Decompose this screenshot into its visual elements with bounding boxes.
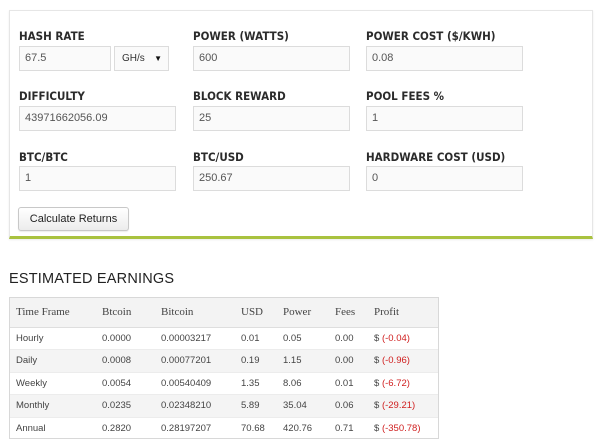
hash-rate-input[interactable]: 67.5 (19, 46, 111, 71)
cell-bitcoin: 0.00077201 (155, 349, 235, 372)
cell-power: 35.04 (277, 394, 329, 417)
btc-btc-label: BTC/BTC (19, 150, 68, 164)
hardware-cost-input[interactable]: 0 (366, 166, 523, 191)
earnings-table: Time Frame Btcoin Bitcoin USD Power Fees… (9, 297, 439, 440)
profit-currency: $ (374, 400, 380, 412)
cell-bitcoin: 0.28197207 (155, 416, 235, 440)
column-header-time-frame: Time Frame (10, 298, 96, 328)
cell-bitcoin: 0.00003217 (155, 326, 235, 350)
cell-power: 420.76 (277, 416, 329, 440)
btc-usd-label: BTC/USD (193, 150, 244, 164)
profit-currency: $ (374, 355, 380, 367)
cell-bitcoin: 0.02348210 (155, 394, 235, 417)
calculator-form-panel: HASH RATE 67.5 GH/s ▼ POWER (WATTS) 600 … (9, 10, 593, 239)
table-header-row: Time Frame Btcoin Bitcoin USD Power Fees… (10, 298, 438, 328)
cell-profit: $ (-0.96) (368, 349, 438, 372)
column-header-usd: USD (235, 298, 277, 328)
block-reward-input[interactable]: 25 (193, 106, 350, 131)
cell-btcoin: 0.2820 (96, 416, 155, 440)
profit-value: (-350.78) (381, 423, 421, 434)
cell-power: 8.06 (277, 371, 329, 395)
cell-btcoin: 0.0000 (96, 326, 155, 350)
cell-profit: $ (-350.78) (368, 416, 438, 440)
cell-power: 1.15 (277, 349, 329, 372)
profit-value: (-29.21) (381, 400, 416, 412)
cell-fees: 0.00 (329, 326, 368, 350)
table-row: Monthly 0.0235 0.02348210 5.89 35.04 0.0… (10, 394, 438, 417)
cell-usd: 5.89 (235, 394, 277, 417)
column-header-power: Power (277, 298, 329, 328)
hash-rate-unit-select[interactable]: GH/s ▼ (114, 46, 169, 71)
cell-bitcoin: 0.00540409 (155, 371, 235, 395)
calculate-returns-button[interactable]: Calculate Returns (18, 207, 129, 231)
pool-fees-label: POOL FEES % (366, 89, 445, 103)
cell-usd: 1.35 (235, 371, 277, 395)
table-row: Weekly 0.0054 0.00540409 1.35 8.06 0.01 … (10, 371, 438, 395)
cell-usd: 70.68 (235, 416, 277, 440)
cell-time-frame: Daily (10, 349, 96, 372)
cell-usd: 0.19 (235, 349, 277, 372)
power-label: POWER (WATTS) (193, 29, 289, 43)
cell-fees: 0.06 (329, 394, 368, 417)
profit-currency: $ (374, 332, 380, 344)
cell-btcoin: 0.0235 (96, 394, 155, 417)
cell-time-frame: Annual (10, 416, 96, 440)
cell-profit: $ (-6.72) (368, 371, 438, 395)
profit-currency: $ (374, 377, 380, 389)
table-row: Daily 0.0008 0.00077201 0.19 1.15 0.00 $… (10, 349, 438, 372)
difficulty-label: DIFFICULTY (19, 89, 85, 103)
cell-fees: 0.71 (329, 416, 368, 440)
cell-profit: $ (-0.04) (368, 326, 438, 350)
estimated-earnings-heading: ESTIMATED EARNINGS (9, 271, 175, 287)
profit-currency: $ (374, 423, 380, 434)
cell-power: 0.05 (277, 326, 329, 350)
difficulty-input[interactable]: 43971662056.09 (19, 106, 176, 131)
cell-time-frame: Weekly (10, 371, 96, 395)
profit-value: (-0.04) (381, 332, 410, 344)
cell-time-frame: Monthly (10, 394, 96, 417)
power-cost-input[interactable]: 0.08 (366, 46, 523, 71)
chevron-down-icon: ▼ (154, 54, 162, 63)
pool-fees-input[interactable]: 1 (366, 106, 523, 131)
btc-usd-input[interactable]: 250.67 (193, 166, 350, 191)
btc-btc-input[interactable]: 1 (19, 166, 176, 191)
column-header-fees: Fees (329, 298, 368, 328)
table-row: Annual 0.2820 0.28197207 70.68 420.76 0.… (10, 416, 438, 440)
power-cost-label: POWER COST ($/KWH) (366, 29, 496, 43)
table-row: Hourly 0.0000 0.00003217 0.01 0.05 0.00 … (10, 326, 438, 350)
column-header-profit: Profit (368, 298, 438, 328)
cell-usd: 0.01 (235, 326, 277, 350)
cell-btcoin: 0.0008 (96, 349, 155, 372)
power-input[interactable]: 600 (193, 46, 350, 71)
hardware-cost-label: HARDWARE COST (USD) (366, 150, 506, 164)
hash-rate-label: HASH RATE (19, 29, 85, 43)
block-reward-label: BLOCK REWARD (193, 89, 286, 103)
cell-profit: $ (-29.21) (368, 394, 438, 417)
cell-fees: 0.01 (329, 371, 368, 395)
column-header-btcoin: Btcoin (96, 298, 155, 328)
cell-time-frame: Hourly (10, 326, 96, 350)
profit-value: (-6.72) (381, 377, 410, 389)
hash-rate-unit-value: GH/s (122, 53, 145, 64)
column-header-bitcoin: Bitcoin (155, 298, 235, 328)
profit-value: (-0.96) (381, 355, 410, 367)
cell-btcoin: 0.0054 (96, 371, 155, 395)
cell-fees: 0.00 (329, 349, 368, 372)
